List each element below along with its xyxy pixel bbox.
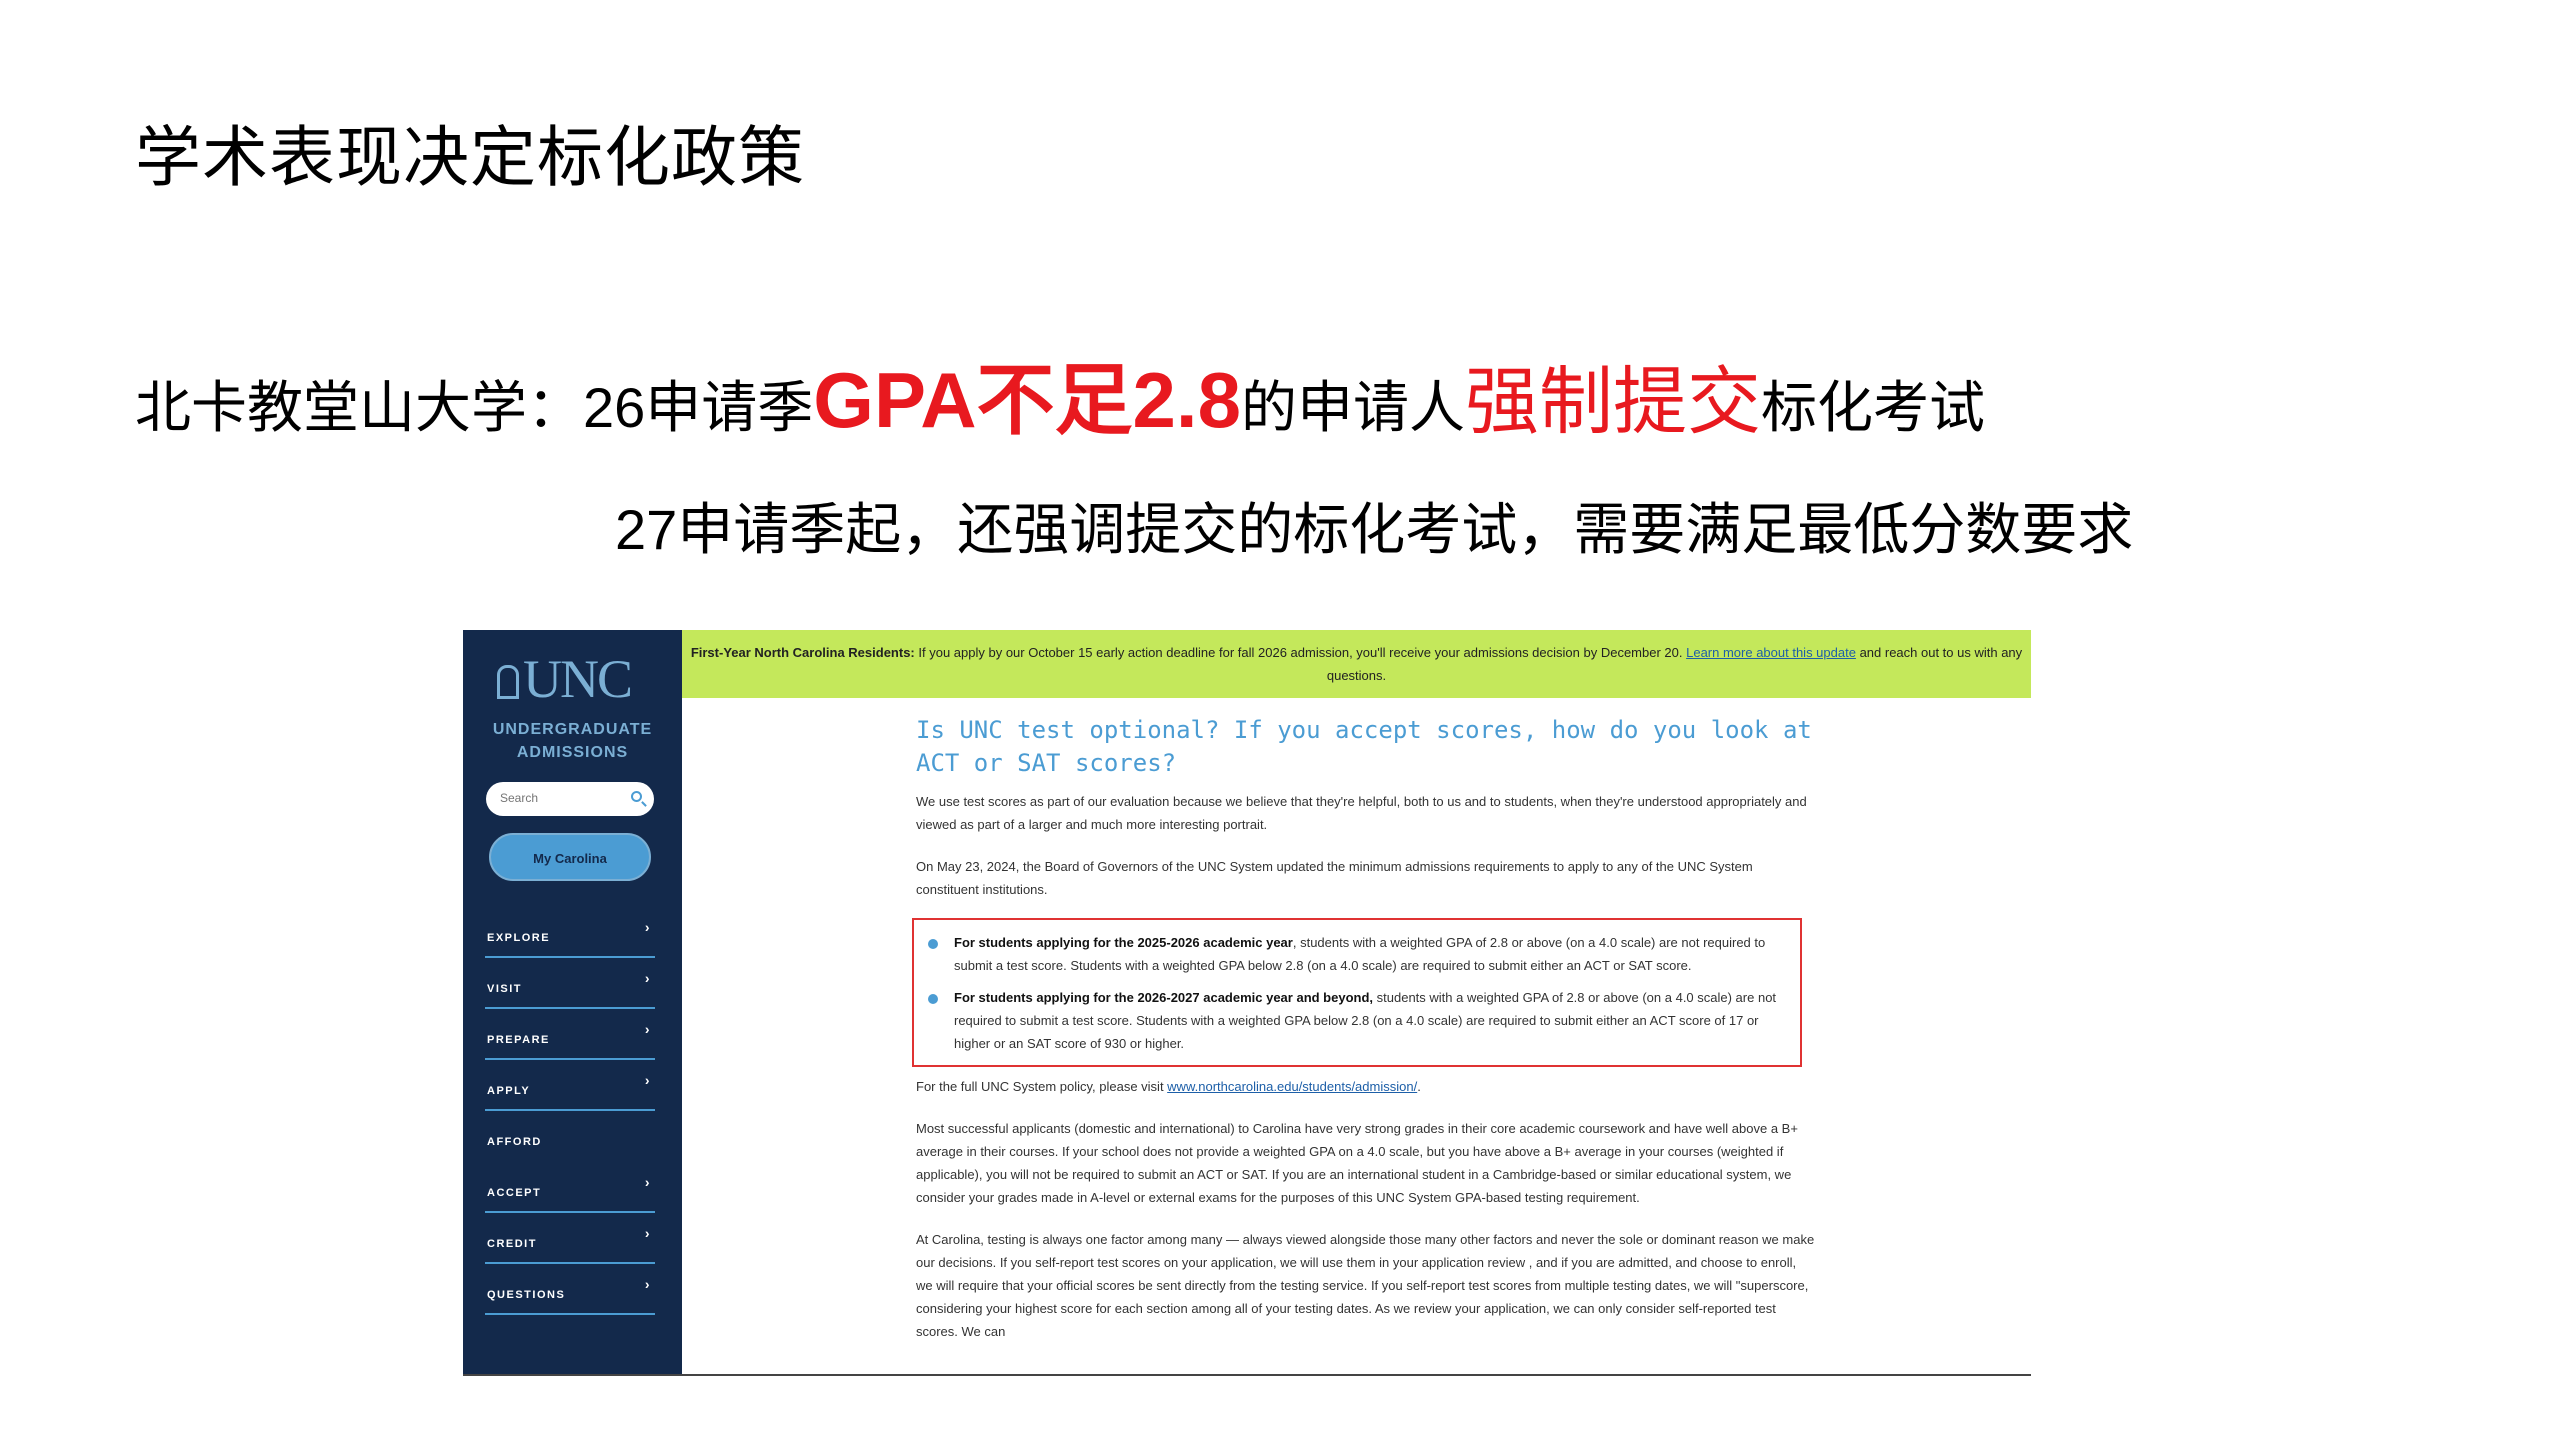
- chevron-right-icon[interactable]: ›: [645, 1072, 651, 1088]
- my-carolina-button[interactable]: My Carolina: [489, 833, 651, 881]
- line1-suffix: 标化考试: [1760, 376, 1985, 441]
- chevron-right-icon[interactable]: ›: [645, 970, 651, 986]
- search-input[interactable]: [498, 790, 622, 806]
- sidebar-item-label: CREDIT: [487, 1238, 537, 1250]
- chevron-right-icon[interactable]: ›: [645, 1225, 651, 1241]
- line1-prefix: 北卡教堂山大学：: [135, 376, 583, 441]
- sidebar: UNC UNDERGRADUATE ADMISSIONS My Carolina…: [463, 630, 682, 1374]
- bullet-dot-icon: [928, 939, 938, 949]
- policy-paragraph: For the full UNC System policy, please v…: [916, 1079, 1421, 1094]
- sidebar-item-label: ACCEPT: [487, 1187, 542, 1199]
- bullet1-bold: For students applying for the 2025-2026 …: [954, 935, 1293, 950]
- mandatory-highlight: 强制提交: [1464, 359, 1761, 445]
- sidebar-item-label: APPLY: [487, 1085, 531, 1097]
- headline-line-1: 北卡教堂山大学：26申请季GPA不足2.8的申请人强制提交标化考试: [135, 355, 1985, 454]
- paragraph-1: We use test scores as part of our evalua…: [916, 794, 1807, 832]
- list-item: For students applying for the 2026-2027 …: [928, 986, 1796, 1055]
- sidebar-item-credit[interactable]: CREDIT ›: [485, 1213, 655, 1264]
- sidebar-subtitle-2: ADMISSIONS: [516, 744, 629, 761]
- sidebar-item-label: PREPARE: [487, 1034, 550, 1046]
- main-content: Is UNC test optional? If you accept scor…: [912, 714, 1816, 1362]
- sidebar-item-label: EXPLORE: [487, 932, 551, 944]
- gpa-highlight: GPA不足2.8: [813, 356, 1241, 444]
- sidebar-item-prepare[interactable]: PREPARE ›: [485, 1009, 655, 1060]
- line2-text: 申请季起，还强调提交的标化考试，需要满足最低分数要求: [677, 498, 2134, 563]
- sidebar-subtitle-1: UNDERGRADUATE: [492, 721, 653, 738]
- paragraph-3: Most successful applicants (domestic and…: [916, 1121, 1798, 1205]
- unc-admissions-screenshot: UNC UNDERGRADUATE ADMISSIONS My Carolina…: [463, 630, 2031, 1376]
- banner-link[interactable]: Learn more about this update: [1686, 645, 1856, 660]
- sidebar-nav: EXPLORE › VISIT › PREPARE › APPLY › AFFORD ACCEPT…: [485, 907, 655, 1315]
- chevron-right-icon[interactable]: ›: [645, 1174, 651, 1190]
- sidebar-item-label: VISIT: [487, 983, 523, 995]
- faq-heading: Is UNC test optional? If you accept scor…: [916, 716, 1812, 777]
- unc-logo[interactable]: UNC: [497, 648, 633, 710]
- chevron-right-icon[interactable]: ›: [645, 1276, 651, 1292]
- announcement-banner: First-Year North Carolina Residents: If …: [682, 630, 2031, 698]
- old-well-icon: [497, 665, 519, 699]
- search-box[interactable]: [486, 782, 654, 816]
- sidebar-item-questions[interactable]: QUESTIONS ›: [485, 1264, 655, 1315]
- sidebar-item-visit[interactable]: VISIT ›: [485, 958, 655, 1009]
- bullet-dot-icon: [928, 994, 938, 1004]
- chevron-right-icon[interactable]: ›: [645, 919, 651, 935]
- list-item: For students applying for the 2025-2026 …: [928, 931, 1796, 977]
- chevron-right-icon[interactable]: ›: [645, 1021, 651, 1037]
- bullet2-bold: For students applying for the 2026-2027 …: [954, 990, 1374, 1005]
- line1-mid: 的申请人: [1240, 376, 1465, 441]
- sidebar-item-afford[interactable]: AFFORD: [485, 1111, 655, 1162]
- banner-text: If you apply by our October 15 early act…: [914, 645, 1687, 660]
- line1-year: 26: [583, 376, 646, 439]
- line1-season: 申请季: [645, 376, 814, 441]
- paragraph-2: On May 23, 2024, the Board of Governors …: [916, 859, 1753, 897]
- headline-line-2: 27申请季起，还强调提交的标化考试，需要满足最低分数要求: [615, 490, 2133, 571]
- search-icon[interactable]: [631, 791, 642, 802]
- banner-bold: First-Year North Carolina Residents:: [690, 645, 915, 660]
- sidebar-item-explore[interactable]: EXPLORE ›: [485, 907, 655, 958]
- policy-link[interactable]: www.northcarolina.edu/students/admission…: [1167, 1079, 1417, 1094]
- sidebar-item-accept[interactable]: ACCEPT ›: [485, 1162, 655, 1213]
- sidebar-item-label: AFFORD: [487, 1136, 542, 1148]
- sidebar-item-apply[interactable]: APPLY ›: [485, 1060, 655, 1111]
- sidebar-item-label: QUESTIONS: [487, 1289, 566, 1301]
- slide-title: 学术表现决定标化政策: [135, 119, 805, 196]
- paragraph-4: At Carolina, testing is always one facto…: [916, 1232, 1815, 1339]
- highlight-box: For students applying for the 2025-2026 …: [912, 918, 1802, 1067]
- line2-year: 27: [615, 498, 678, 561]
